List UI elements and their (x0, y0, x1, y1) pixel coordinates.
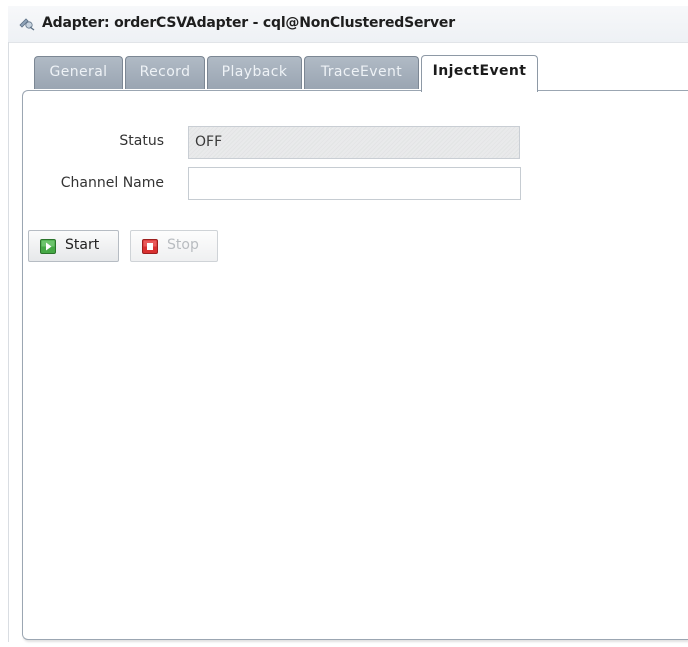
tab-playback[interactable]: Playback (207, 56, 302, 89)
start-button-label: Start (65, 237, 100, 253)
channel-name-label: Channel Name (60, 175, 164, 191)
stop-button[interactable]: Stop (130, 230, 218, 262)
channel-name-input[interactable] (188, 167, 521, 200)
title-bar: Adapter: orderCSVAdapter - cql@NonCluste… (8, 6, 688, 43)
start-button[interactable]: Start (28, 230, 119, 262)
window-title: Adapter: orderCSVAdapter - cql@NonCluste… (42, 15, 455, 31)
window-left-border (8, 42, 9, 642)
tab-record[interactable]: Record (125, 56, 205, 89)
stop-icon (142, 239, 158, 254)
adapter-window: Adapter: orderCSVAdapter - cql@NonCluste… (0, 0, 688, 647)
tab-traceevent[interactable]: TraceEvent (304, 56, 419, 89)
play-icon (40, 239, 56, 254)
status-label: Status (119, 133, 164, 149)
tab-injectevent[interactable]: InjectEvent (421, 55, 538, 92)
adapter-icon (18, 16, 36, 32)
tab-general[interactable]: General (34, 56, 123, 89)
stop-button-label: Stop (167, 237, 199, 253)
status-field: OFF (188, 126, 520, 159)
